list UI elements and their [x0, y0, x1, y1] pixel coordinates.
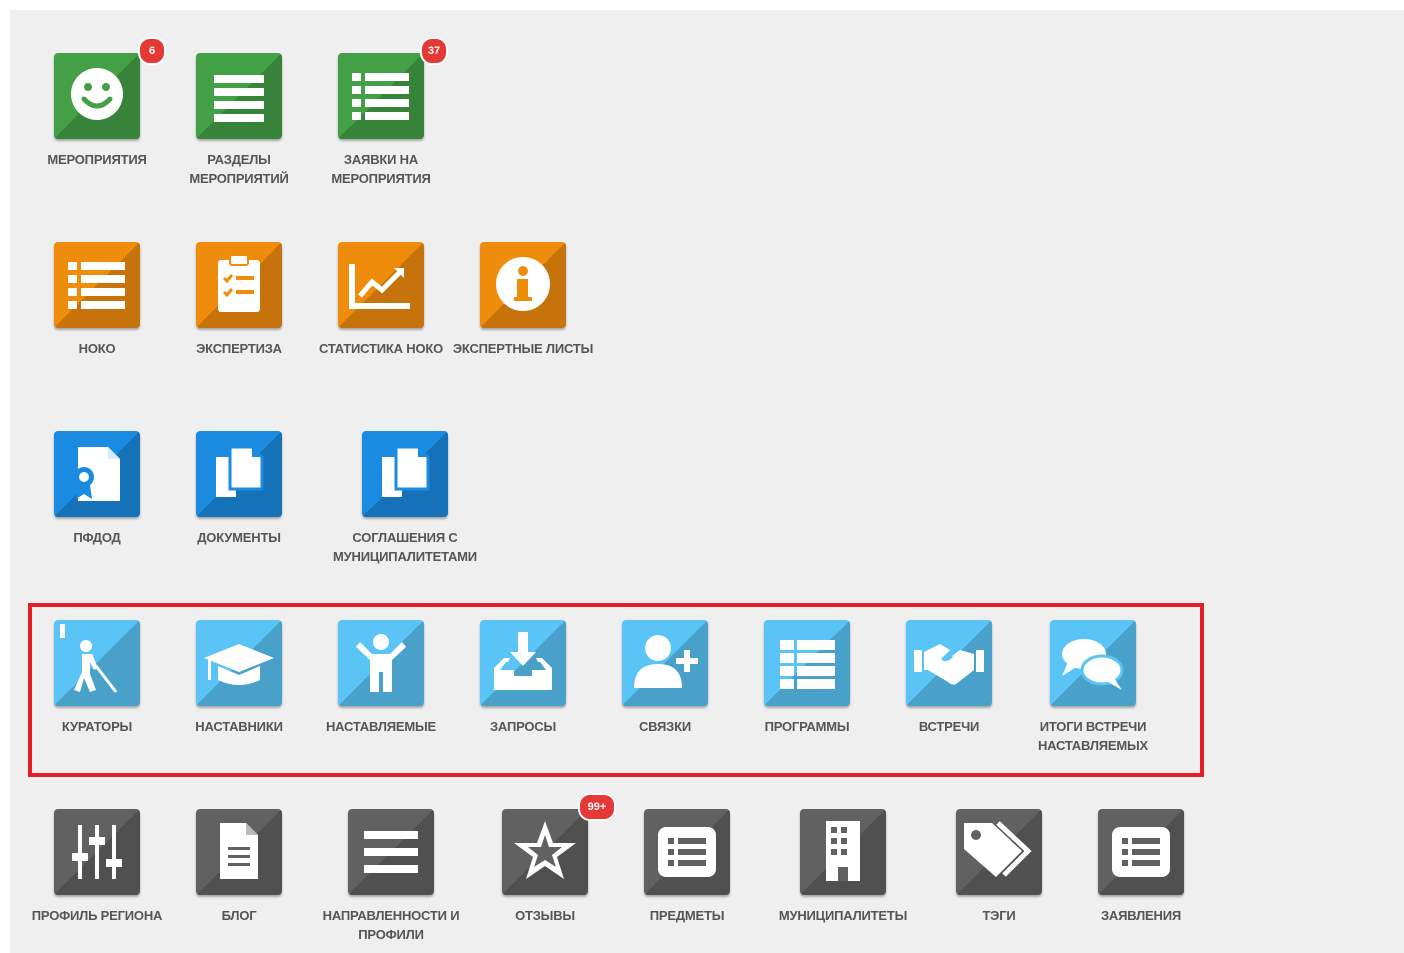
list-icon: [338, 53, 424, 139]
clipboard-icon: [196, 242, 282, 328]
tile-label: НОКО: [78, 341, 116, 356]
tile-noko-statistics[interactable]: СТАТИСТИКА НОКО: [306, 242, 456, 358]
tile-region-profile[interactable]: ПРОФИЛЬ РЕГИОНА: [22, 809, 172, 925]
admin-dashboard: 6 МЕРОПРИЯТИЯ РАЗДЕЛЫ МЕРОПРИЯТИЙ 37 ЗАЯ…: [10, 10, 1404, 953]
tile-label: НАСТАВНИКИ: [195, 719, 283, 734]
tile-label: ТЭГИ: [982, 908, 1016, 923]
tile-event-applications[interactable]: 37 ЗАЯВКИ НА МЕРОПРИЯТИЯ: [306, 37, 456, 188]
tile-label: ПРОГРАММЫ: [764, 719, 850, 734]
tile-label: ДОКУМЕНТЫ: [197, 530, 281, 545]
tile-label: КУРАТОРЫ: [61, 719, 133, 734]
tile-blog[interactable]: БЛОГ: [164, 809, 314, 925]
line-chart-icon: [338, 242, 424, 328]
tile-label: ВСТРЕЧИ: [918, 719, 980, 734]
tile-label: СОГЛАШЕНИЯ С МУНИЦИПАЛИТЕТАМИ: [333, 530, 477, 564]
tile-mentees[interactable]: НАСТАВЛЯЕМЫЕ: [306, 620, 456, 736]
tile-label: МЕРОПРИЯТИЯ: [47, 152, 147, 167]
file-text-icon: [196, 809, 282, 895]
tile-reviews[interactable]: 99+ ОТЗЫВЫ: [470, 793, 620, 925]
tile-label: СТАТИСТИКА НОКО: [318, 341, 444, 356]
tile-tags[interactable]: ТЭГИ: [924, 809, 1074, 925]
tile-label: ОТЗЫВЫ: [515, 908, 575, 923]
list-box-icon: [1098, 809, 1184, 895]
tile-meetings[interactable]: ВСТРЕЧИ: [874, 620, 1024, 736]
tile-label: СВЯЗКИ: [638, 719, 692, 734]
inbox-download-icon: [480, 620, 566, 706]
tile-label: НАПРАВЛЕННОСТИ И ПРОФИЛИ: [322, 908, 460, 942]
tile-label: НАСТАВЛЯЕМЫЕ: [325, 719, 437, 734]
smiley-icon: [54, 53, 140, 139]
notification-badge: 99+: [578, 793, 616, 821]
tags-icon: [956, 809, 1042, 895]
tile-subjects[interactable]: ПРЕДМЕТЫ: [612, 809, 762, 925]
star-icon: [502, 809, 588, 895]
list-icon: [54, 242, 140, 328]
tile-directions-profiles[interactable]: НАПРАВЛЕННОСТИ И ПРОФИЛИ: [316, 809, 466, 944]
graduation-cap-icon: [196, 620, 282, 706]
tile-label: БЛОГ: [221, 908, 257, 923]
sliders-icon: [54, 809, 140, 895]
tile-label: ЗАЯВЛЕНИЯ: [1100, 908, 1181, 923]
lines-icon: [196, 53, 282, 139]
tile-expert-sheets[interactable]: ЭКСПЕРТНЫЕ ЛИСТЫ: [448, 242, 598, 358]
tile-requests[interactable]: ЗАПРОСЫ: [448, 620, 598, 736]
tile-curators[interactable]: КУРАТОРЫ: [22, 620, 172, 736]
tile-label: ЗАПРОСЫ: [489, 719, 557, 734]
tile-label: РАЗДЕЛЫ МЕРОПРИЯТИЙ: [189, 152, 289, 186]
tile-label: ПРОФИЛЬ РЕГИОНА: [31, 908, 163, 923]
tile-label: ИТОГИ ВСТРЕЧИ НАСТАВЛЯЕМЫХ: [1037, 719, 1149, 753]
chat-bubbles-icon: [1050, 620, 1136, 706]
tile-label: ЭКСПЕРТИЗА: [196, 341, 282, 356]
tile-pfdod[interactable]: ПФДОД: [22, 431, 172, 547]
list-box-icon: [644, 809, 730, 895]
tile-mentors[interactable]: НАСТАВНИКИ: [164, 620, 314, 736]
tile-links[interactable]: СВЯЗКИ: [590, 620, 740, 736]
user-plus-icon: [622, 620, 708, 706]
tile-label: ЗАЯВКИ НА МЕРОПРИЯТИЯ: [331, 152, 431, 186]
handshake-icon: [906, 620, 992, 706]
tile-label: ПРЕДМЕТЫ: [649, 908, 725, 923]
tile-meeting-results[interactable]: ИТОГИ ВСТРЕЧИ НАСТАВЛЯЕМЫХ: [1018, 620, 1168, 755]
building-icon: [800, 809, 886, 895]
certificate-icon: [54, 431, 140, 517]
tile-statements[interactable]: ЗАЯВЛЕНИЯ: [1066, 809, 1216, 925]
lines-icon: [348, 809, 434, 895]
tile-noko[interactable]: НОКО: [22, 242, 172, 358]
tile-documents[interactable]: ДОКУМЕНТЫ: [164, 431, 314, 547]
notification-badge: 37: [420, 37, 448, 65]
info-icon: [480, 242, 566, 328]
tile-programs[interactable]: ПРОГРАММЫ: [732, 620, 882, 736]
copy-icon: [196, 431, 282, 517]
tile-label: ПФДОД: [73, 530, 121, 545]
child-icon: [338, 620, 424, 706]
tile-municipalities[interactable]: МУНИЦИПАЛИТЕТЫ: [768, 809, 918, 925]
tile-municipal-agreements[interactable]: СОГЛАШЕНИЯ С МУНИЦИПАЛИТЕТАМИ: [330, 431, 480, 566]
tile-label: ЭКСПЕРТНЫЕ ЛИСТЫ: [452, 341, 594, 356]
tile-expertise[interactable]: ЭКСПЕРТИЗА: [164, 242, 314, 358]
tile-event-sections[interactable]: РАЗДЕЛЫ МЕРОПРИЯТИЙ: [164, 53, 314, 188]
table-list-icon: [764, 620, 850, 706]
notification-badge: 6: [138, 37, 166, 65]
copy-icon: [362, 431, 448, 517]
blind-person-icon: [54, 620, 140, 706]
tile-label: МУНИЦИПАЛИТЕТЫ: [778, 908, 908, 923]
tile-events[interactable]: 6 МЕРОПРИЯТИЯ: [22, 37, 172, 169]
